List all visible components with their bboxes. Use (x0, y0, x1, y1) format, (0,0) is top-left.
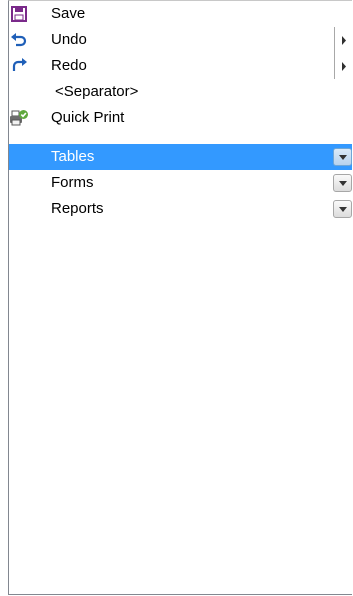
list-item-quick-print[interactable]: Quick Print (9, 105, 352, 131)
list-item-separator[interactable]: <Separator> (9, 79, 352, 105)
list-item-label: Redo (51, 57, 87, 74)
command-list[interactable]: Save Undo Redo <Separator> Quick Print T… (8, 0, 352, 595)
list-item-reports[interactable]: Reports (9, 196, 352, 222)
floppy-disk-icon (9, 4, 29, 24)
dropdown-button[interactable] (333, 148, 352, 166)
list-item-label: <Separator> (55, 83, 139, 100)
dropdown-button[interactable] (333, 200, 352, 218)
list-item-forms[interactable]: Forms (9, 170, 352, 196)
submenu-arrow-icon[interactable] (334, 53, 353, 79)
list-item-label: Save (51, 5, 86, 22)
list-item-label: Tables (51, 148, 95, 165)
list-item-tables[interactable]: Tables (9, 144, 352, 170)
list-item-save[interactable]: Save (9, 1, 352, 27)
list-item-label: Quick Print (51, 109, 125, 126)
dropdown-button[interactable] (333, 174, 352, 192)
undo-arrow-icon (9, 30, 29, 50)
submenu-arrow-icon[interactable] (334, 27, 353, 53)
chevron-down-icon (338, 206, 347, 212)
list-item-label: Reports (51, 200, 104, 217)
list-item-undo[interactable]: Undo (9, 27, 352, 53)
printer-check-icon (9, 108, 29, 128)
redo-arrow-icon (9, 56, 29, 76)
list-item-label: Forms (51, 174, 94, 191)
chevron-down-icon (338, 154, 347, 160)
list-item-label: Undo (51, 31, 87, 48)
chevron-down-icon (338, 180, 347, 186)
list-item-redo[interactable]: Redo (9, 53, 352, 79)
